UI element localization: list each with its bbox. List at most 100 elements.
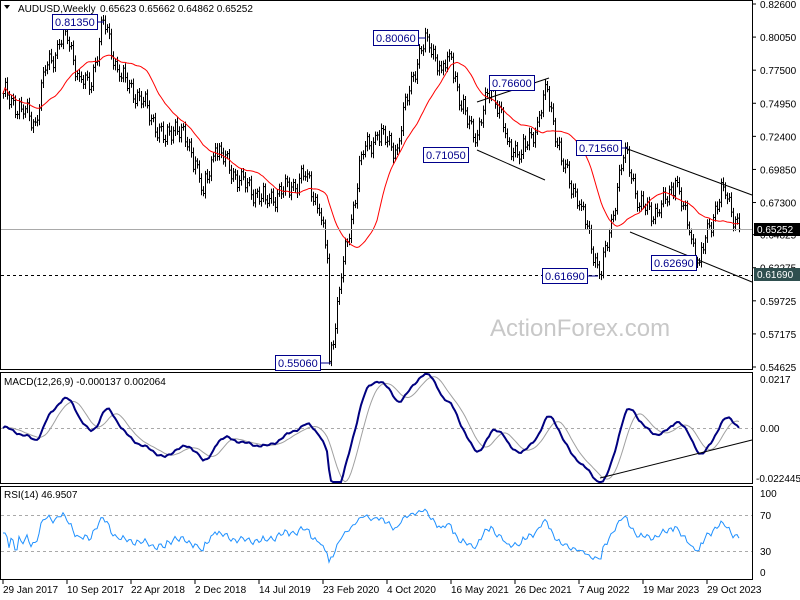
price-bar (598, 260, 601, 279)
price-bar (28, 97, 31, 122)
price-bar (640, 190, 643, 212)
price-bar (584, 203, 587, 230)
svg-text:0.71560: 0.71560 (579, 143, 619, 155)
collapse-triangle-icon[interactable] (4, 5, 10, 9)
price-bar (532, 131, 535, 148)
price-bar (384, 125, 387, 146)
price-bar (568, 161, 571, 189)
price-bars (2, 15, 741, 367)
svg-text:0.80060: 0.80060 (376, 33, 416, 45)
price-bar (624, 142, 627, 163)
price-bar (138, 87, 141, 102)
price-bar (712, 214, 715, 237)
price-bar (552, 103, 555, 126)
price-bar (610, 214, 613, 238)
price-bar (614, 207, 617, 221)
price-bar (92, 64, 95, 91)
annotation-61690[interactable]: 0.61690 (542, 268, 599, 284)
price-bar (360, 151, 363, 166)
annotation-81350[interactable]: 0.81350 (52, 14, 105, 30)
price-bar (654, 203, 657, 225)
channel-upper-line[interactable] (624, 147, 753, 196)
price-axis: 0.82600 0.80050 0.77500 0.74950 0.72400 0.698… (752, 0, 797, 374)
price-bar (350, 214, 353, 244)
svg-text:0.65252: 0.65252 (757, 225, 794, 236)
price-bar (170, 125, 173, 145)
price-bar (646, 197, 649, 215)
svg-text:0.61690: 0.61690 (757, 270, 794, 281)
annotation-62690[interactable]: 0.62690 (651, 255, 697, 271)
price-bar (176, 117, 179, 135)
rsi-header: RSI(14) 46.9507 (4, 490, 78, 501)
price-bar (210, 156, 213, 182)
price-tick-label: 0.57175 (760, 330, 797, 341)
time-tick-label: 29 Oct 2023 (707, 585, 762, 596)
price-bar (180, 123, 183, 143)
price-bar (686, 200, 689, 230)
price-bar (474, 133, 477, 148)
price-bar (52, 56, 55, 73)
price-bar (576, 188, 579, 209)
price-bar (110, 28, 113, 60)
price-bar (154, 112, 157, 138)
annotation-71050[interactable]: 0.71050 (423, 147, 469, 163)
price-bar (468, 115, 471, 130)
price-bar (396, 143, 399, 155)
price-bar (506, 128, 509, 145)
price-tick-label: 0.80050 (760, 33, 797, 44)
price-bar (74, 55, 77, 82)
price-bar (550, 101, 553, 113)
price-bar (604, 240, 607, 258)
price-bar (70, 42, 73, 50)
price-bar (556, 137, 559, 149)
macd-trendline[interactable] (599, 439, 753, 479)
price-bar (104, 15, 107, 35)
price-bar (342, 256, 345, 283)
price-bar (198, 160, 201, 183)
price-bar (136, 89, 139, 107)
price-bar (204, 170, 207, 199)
price-bar (82, 74, 85, 90)
price-bar (424, 27, 427, 53)
price-bar (232, 167, 235, 182)
annotation-55060[interactable]: 0.55060 (275, 355, 332, 371)
price-bar (126, 72, 129, 92)
price-bar (364, 140, 367, 158)
price-bar (450, 51, 453, 61)
price-bar (548, 85, 551, 112)
price-bar (230, 164, 233, 185)
price-bar (718, 198, 721, 213)
price-bar (224, 150, 227, 167)
price-bar (250, 175, 253, 200)
price-bar (48, 50, 51, 70)
price-bar (458, 83, 461, 111)
price-bar (302, 164, 305, 181)
price-bar (254, 188, 257, 208)
price-bar (192, 147, 195, 173)
price-bar (90, 82, 93, 94)
price-bar (80, 71, 83, 83)
price-bar (466, 107, 469, 129)
price-bar (256, 188, 259, 198)
price-bar (596, 252, 599, 269)
price-bar (436, 54, 439, 76)
price-bar (306, 169, 309, 182)
price-bar (376, 131, 379, 141)
price-bar (432, 44, 435, 60)
annotation-80060[interactable]: 0.80060 (373, 30, 427, 46)
price-bar (522, 134, 525, 159)
price-bar (602, 247, 605, 279)
price-bar (560, 137, 563, 166)
macd-signal-line (2, 376, 740, 483)
annotation-71560[interactable]: 0.71560 (576, 140, 629, 156)
price-bar (470, 116, 473, 125)
price-bar (404, 93, 407, 111)
price-bar (172, 126, 175, 144)
price-bar (188, 138, 191, 152)
price-bar (238, 175, 241, 192)
price-bar (388, 130, 391, 146)
price-bar (616, 182, 619, 215)
annotation-76600[interactable]: 0.76600 (489, 75, 535, 91)
price-bar (324, 219, 327, 249)
price-bar (476, 129, 479, 147)
